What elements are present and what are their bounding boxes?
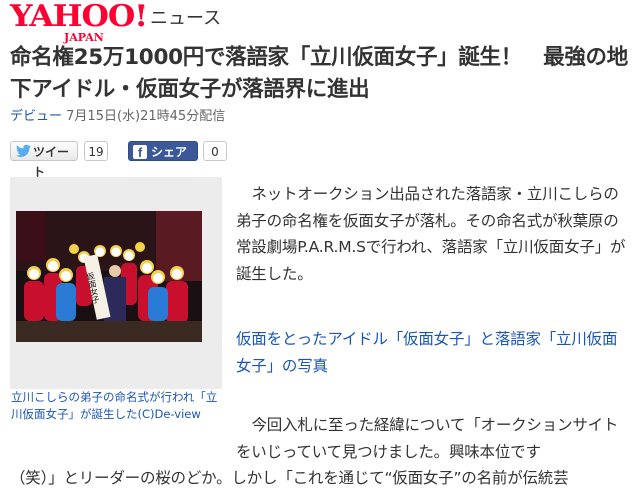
twitter-bird-icon xyxy=(16,144,31,157)
share-button[interactable]: f シェア xyxy=(128,141,198,161)
body-paragraph-1: ネットオークション出品された落語家・立川こしらの弟子の命名権を仮面女子が落札。そ… xyxy=(236,185,626,283)
tweet-label: ツイート xyxy=(33,145,70,179)
source-link[interactable]: デビュー xyxy=(10,109,62,124)
tweet-button[interactable]: ツイート xyxy=(10,141,78,179)
share-label: シェア xyxy=(151,145,188,159)
section-name[interactable]: ニュース xyxy=(150,9,221,29)
yahoo-logo[interactable]: YAHOO! xyxy=(10,2,148,32)
body-paragraph-2-continued: （笑）」とリーダーの桜のどか。しかし「これを通じて“仮面女子”の名前が伝統芸 xyxy=(10,469,569,487)
share-count: 0 xyxy=(203,141,227,161)
photo-gallery-link[interactable]: 仮面をとったアイドル「仮面女子」と落語家「立川仮面女子」の写真 xyxy=(236,326,632,379)
article-photo[interactable]: 仮面女子 xyxy=(16,211,202,342)
article-meta: デビュー 7月15日(水)21時45分配信 xyxy=(10,108,225,126)
publish-date: 7月15日(水)21時45分配信 xyxy=(66,109,226,124)
body-paragraph-2: 今回入札に至った経緯について「オークションサイトをいじっていて見つけました。興味… xyxy=(236,416,619,461)
photo-caption[interactable]: 立川こしらの弟子の命名式が行われ「立川仮面女子」が誕生した(C)De-view xyxy=(11,389,221,422)
logo-trademark: ® xyxy=(140,4,146,11)
facebook-icon: f xyxy=(133,145,147,160)
site-header: YAHOO! ® JAPAN ニュース xyxy=(10,2,630,44)
tweet-count: 19 xyxy=(84,141,108,161)
article-title: 命名権25万1000円で落語家「立川仮面女子」誕生！ 最強の地下アイドル・仮面女… xyxy=(10,45,628,102)
